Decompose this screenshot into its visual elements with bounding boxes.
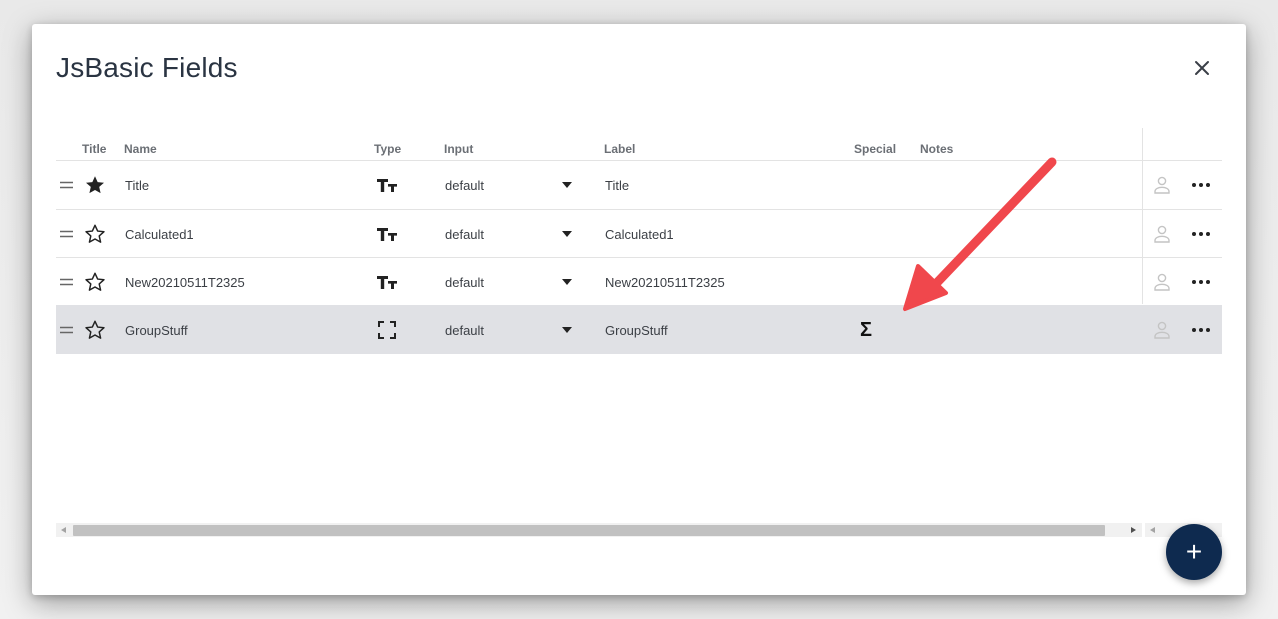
dropdown-arrow-icon[interactable] xyxy=(562,161,572,209)
close-icon xyxy=(1195,61,1209,75)
header-label[interactable]: Label xyxy=(604,142,635,156)
header-notes[interactable]: Notes xyxy=(920,142,953,156)
field-name: Calculated1 xyxy=(125,226,194,242)
text-type-icon xyxy=(376,161,398,209)
person-icon[interactable] xyxy=(1154,161,1170,209)
person-icon[interactable] xyxy=(1154,306,1170,354)
more-options-icon[interactable] xyxy=(1192,306,1210,354)
table-row[interactable]: Title default Title xyxy=(56,160,1222,209)
dropdown-arrow-icon[interactable] xyxy=(562,258,572,306)
more-options-icon[interactable] xyxy=(1192,258,1210,306)
drag-handle-icon[interactable] xyxy=(60,161,73,209)
table-row-selected[interactable]: GroupStuff default GroupStuff Σ xyxy=(56,305,1222,354)
add-field-button[interactable]: + xyxy=(1166,524,1222,580)
text-type-icon xyxy=(376,210,398,258)
input-select-value[interactable]: default xyxy=(445,210,484,258)
field-label: GroupStuff xyxy=(605,322,668,338)
table-row[interactable]: New20210511T2325 default New20210511T232… xyxy=(56,257,1222,306)
dropdown-arrow-icon[interactable] xyxy=(562,210,572,258)
scroll-left-icon[interactable] xyxy=(1150,527,1155,533)
more-options-icon[interactable] xyxy=(1192,161,1210,209)
field-name: GroupStuff xyxy=(125,322,188,338)
dialog-title: JsBasic Fields xyxy=(56,52,238,83)
star-outline-icon[interactable] xyxy=(84,210,106,258)
person-icon[interactable] xyxy=(1154,258,1170,306)
field-name: Title xyxy=(125,177,150,193)
input-select-value[interactable]: default xyxy=(445,306,484,354)
header-input[interactable]: Input xyxy=(444,142,473,156)
dropdown-arrow-icon[interactable] xyxy=(562,306,572,354)
header-special[interactable]: Special xyxy=(854,142,896,156)
close-button[interactable] xyxy=(1188,54,1216,82)
star-filled-icon[interactable] xyxy=(84,161,106,209)
star-outline-icon[interactable] xyxy=(84,306,106,354)
star-outline-icon[interactable] xyxy=(84,258,106,306)
drag-handle-icon[interactable] xyxy=(60,210,73,258)
field-label: Title xyxy=(605,177,630,193)
header-title[interactable]: Title xyxy=(82,142,106,156)
sigma-formula-icon[interactable]: Σ xyxy=(860,306,872,354)
drag-handle-icon[interactable] xyxy=(60,258,73,306)
fields-dialog: JsBasic Fields Title Name Type Input Lab… xyxy=(32,24,1246,595)
header-type[interactable]: Type xyxy=(374,142,401,156)
more-options-icon[interactable] xyxy=(1192,210,1210,258)
text-type-icon xyxy=(376,258,398,306)
person-icon[interactable] xyxy=(1154,210,1170,258)
add-icon: + xyxy=(1185,536,1203,567)
horizontal-scrollbar[interactable] xyxy=(56,523,1142,537)
header-name[interactable]: Name xyxy=(124,142,157,156)
group-type-icon xyxy=(377,306,397,354)
scroll-right-icon[interactable] xyxy=(1131,527,1136,533)
field-label: New20210511T2325 xyxy=(605,274,725,290)
drag-handle-icon[interactable] xyxy=(60,306,73,354)
table-row[interactable]: Calculated1 default Calculated1 xyxy=(56,209,1222,258)
scroll-left-icon[interactable] xyxy=(61,527,66,533)
field-label: Calculated1 xyxy=(605,226,674,242)
scrollbar-thumb[interactable] xyxy=(73,525,1105,536)
field-name: New20210511T2325 xyxy=(125,274,245,290)
input-select-value[interactable]: default xyxy=(445,258,484,306)
input-select-value[interactable]: default xyxy=(445,161,484,209)
